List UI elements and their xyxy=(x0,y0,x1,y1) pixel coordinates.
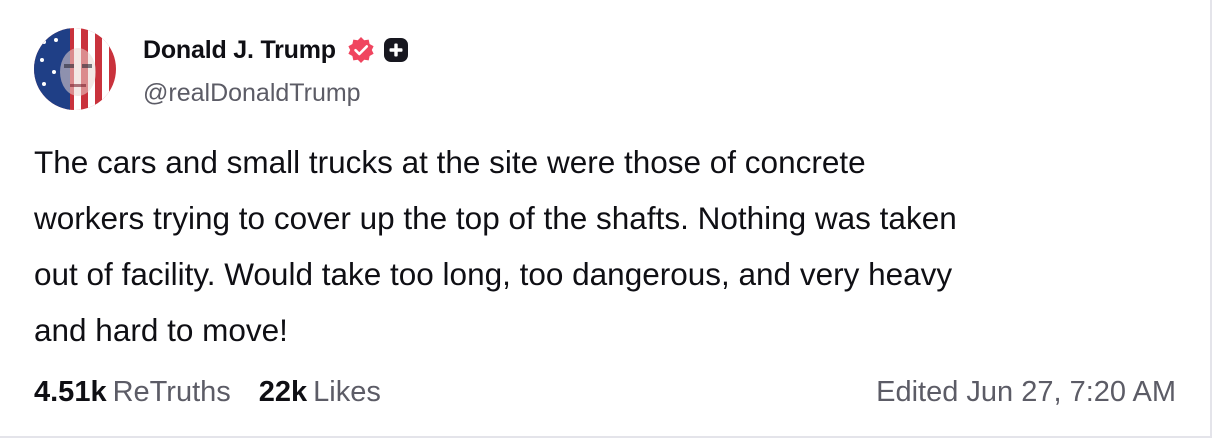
avatar-image xyxy=(34,28,116,110)
likes-stat[interactable]: 22k Likes xyxy=(259,376,381,409)
author-display-name[interactable]: Donald J. Trump xyxy=(143,36,336,65)
post-stats: 4.51k ReTruths 22k Likes xyxy=(34,376,409,409)
edited-timestamp[interactable]: Edited Jun 27, 7:20 AM xyxy=(876,376,1176,409)
retruths-count: 4.51k xyxy=(34,375,107,408)
post-footer: 4.51k ReTruths 22k Likes Edited Jun 27, 7:… xyxy=(34,372,1176,412)
avatar[interactable] xyxy=(34,28,116,110)
author-handle[interactable]: @realDonaldTrump xyxy=(143,79,409,108)
likes-label: Likes xyxy=(313,375,381,408)
plus-badge-icon xyxy=(383,38,408,62)
verified-badge-icon xyxy=(348,37,374,63)
author-info: Donald J. Trump @realDonaldTrump xyxy=(143,33,409,108)
retruths-label: ReTruths xyxy=(112,375,231,408)
likes-count: 22k xyxy=(258,375,308,408)
post-header: Donald J. Trump @realDonaldTrump xyxy=(34,28,409,110)
post-card: Donald J. Trump @realDonaldTrump The car… xyxy=(0,0,1212,438)
name-row: Donald J. Trump xyxy=(143,33,409,67)
post-text: The cars and small trucks at the site we… xyxy=(34,144,957,348)
retruths-stat[interactable]: 4.51k ReTruths xyxy=(34,376,231,409)
